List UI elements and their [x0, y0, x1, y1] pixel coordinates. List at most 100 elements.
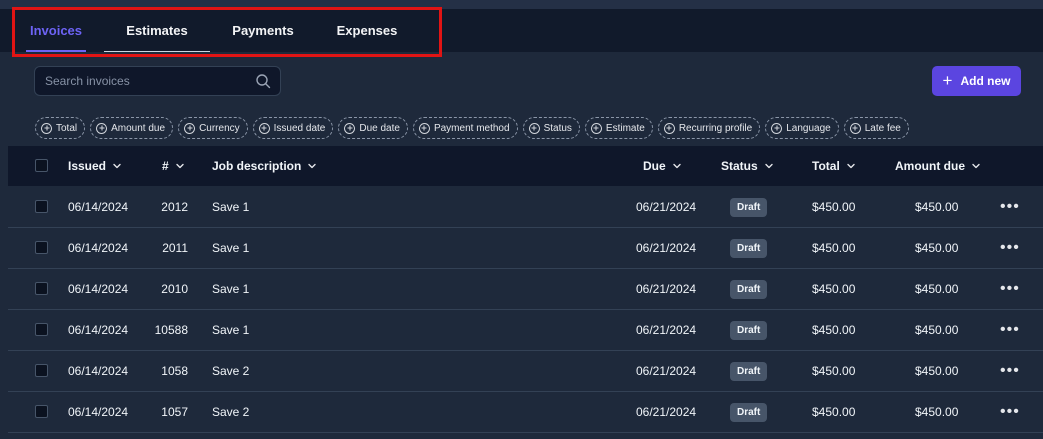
cell-job-description: Save 2 [212, 405, 250, 419]
column-due[interactable]: Due [643, 146, 682, 186]
add-circle-icon [663, 122, 675, 134]
table-row[interactable]: 06/14/2024 1057 Save 2 06/21/2024 Draft … [8, 392, 1043, 433]
cell-status: Draft [730, 351, 768, 391]
row-checkbox[interactable] [35, 364, 48, 377]
select-all-checkbox[interactable] [35, 159, 48, 172]
cell-number: 2011 [162, 241, 188, 255]
chevron-down-icon [972, 163, 980, 169]
filter-chip-estimate[interactable]: Estimate [584, 117, 653, 139]
column-label: # [162, 159, 169, 173]
add-circle-icon [96, 122, 108, 134]
cell-amount-due: $450.00 [915, 282, 959, 296]
add-circle-icon [184, 122, 196, 134]
tab-invoices[interactable]: Invoices [26, 9, 86, 52]
filter-chip-language[interactable]: Language [765, 117, 839, 139]
cell-amount-due: $450.00 [915, 200, 959, 214]
row-checkbox[interactable] [35, 241, 48, 254]
add-circle-icon [849, 122, 861, 134]
tab-bar: Invoices Estimates Payments Expenses [0, 9, 1043, 52]
filter-chip-recurring-profile[interactable]: Recurring profile [657, 117, 761, 139]
filter-chip-due-date[interactable]: Due date [338, 117, 408, 139]
more-icon-glyph: ••• [1000, 321, 1020, 338]
cell-amount-due: $450.00 [915, 241, 959, 255]
search-icon[interactable] [255, 73, 271, 89]
status-badge: Draft [730, 238, 768, 258]
filter-chip-label: Issued date [273, 122, 326, 134]
column-amount-due[interactable]: Amount due [895, 146, 981, 186]
filter-chip-label: Amount due [111, 122, 166, 134]
filter-chip-issued-date[interactable]: Issued date [252, 117, 334, 139]
chevron-down-icon [175, 163, 184, 169]
add-circle-icon [771, 122, 783, 134]
cell-number: 1057 [161, 405, 188, 419]
cell-status: Draft [730, 392, 768, 432]
cell-due: 06/21/2024 [636, 282, 697, 296]
filter-chip-total[interactable]: Total [35, 117, 86, 139]
filter-chip-payment-method[interactable]: Payment method [412, 117, 518, 139]
filter-chip-label: Language [786, 122, 831, 134]
more-icon-glyph: ••• [1000, 198, 1020, 215]
cell-amount-due: $450.00 [915, 364, 959, 378]
cell-number: 1058 [161, 364, 188, 378]
table-row[interactable]: 06/14/2024 2011 Save 1 06/21/2024 Draft … [8, 228, 1043, 269]
filter-chip-currency[interactable]: Currency [178, 117, 248, 139]
cell-total: $450.00 [812, 241, 856, 255]
more-icon[interactable]: ••• [1000, 310, 1020, 350]
filter-chip-label: Late fee [864, 122, 901, 134]
more-icon-glyph: ••• [1000, 239, 1020, 256]
status-badge: Draft [730, 320, 768, 340]
cell-due: 06/21/2024 [636, 323, 697, 337]
cell-total: $450.00 [812, 405, 856, 419]
add-circle-icon [258, 122, 270, 134]
filter-chip-label: Total [56, 122, 78, 134]
top-strip [0, 0, 1043, 9]
chevron-down-icon [764, 163, 773, 169]
tab-estimates[interactable]: Estimates [104, 9, 210, 52]
more-icon-glyph: ••• [1000, 362, 1020, 379]
table-header: Issued # Job description Due Status Tota… [8, 146, 1043, 186]
cell-due: 06/21/2024 [636, 200, 697, 214]
filter-chip-late-fee[interactable]: Late fee [843, 117, 909, 139]
cell-total: $450.00 [812, 323, 856, 337]
row-checkbox[interactable] [35, 405, 48, 418]
table-row[interactable]: 06/14/2024 1058 Save 2 06/21/2024 Draft … [8, 351, 1043, 392]
filter-chips: Total Amount due Currency Issued date Du… [35, 117, 909, 139]
filter-chip-label: Status [543, 122, 572, 134]
filter-chip-amount-due[interactable]: Amount due [90, 117, 174, 139]
cell-job-description: Save 1 [212, 241, 250, 255]
tab-expenses[interactable]: Expenses [330, 9, 404, 52]
cell-issued: 06/14/2024 [68, 364, 129, 378]
more-icon[interactable]: ••• [1000, 269, 1020, 309]
cell-due: 06/21/2024 [636, 405, 697, 419]
cell-job-description: Save 1 [212, 200, 250, 214]
search-input[interactable] [45, 74, 245, 88]
filter-chip-label: Payment method [433, 122, 510, 134]
cell-amount-due: $450.00 [915, 323, 959, 337]
row-checkbox[interactable] [35, 282, 48, 295]
tab-payments[interactable]: Payments [224, 9, 302, 52]
table-row[interactable]: 06/14/2024 10588 Save 1 06/21/2024 Draft… [8, 310, 1043, 351]
column-number[interactable]: # [162, 146, 185, 186]
column-status[interactable]: Status [721, 146, 774, 186]
status-badge: Draft [730, 279, 768, 299]
column-job-description[interactable]: Job description [212, 146, 317, 186]
table-row[interactable]: 06/14/2024 2010 Save 1 06/21/2024 Draft … [8, 269, 1043, 310]
cell-issued: 06/14/2024 [68, 405, 129, 419]
cell-job-description: Save 1 [212, 323, 250, 337]
more-icon[interactable]: ••• [1000, 392, 1020, 432]
more-icon[interactable]: ••• [1000, 351, 1020, 391]
table-row[interactable]: 06/14/2024 2012 Save 1 06/21/2024 Draft … [8, 187, 1043, 228]
more-icon-glyph: ••• [1000, 403, 1020, 420]
cell-issued: 06/14/2024 [68, 323, 129, 337]
add-new-button[interactable]: + Add new [932, 66, 1021, 96]
row-checkbox[interactable] [35, 323, 48, 336]
chevron-down-icon [847, 163, 855, 169]
column-issued[interactable]: Issued [68, 146, 122, 186]
more-icon[interactable]: ••• [1000, 187, 1020, 227]
row-checkbox[interactable] [35, 200, 48, 213]
add-circle-icon [41, 122, 52, 134]
column-total[interactable]: Total [812, 146, 856, 186]
more-icon[interactable]: ••• [1000, 228, 1020, 268]
filter-chip-status[interactable]: Status [522, 117, 580, 139]
filter-chip-label: Recurring profile [678, 122, 753, 134]
